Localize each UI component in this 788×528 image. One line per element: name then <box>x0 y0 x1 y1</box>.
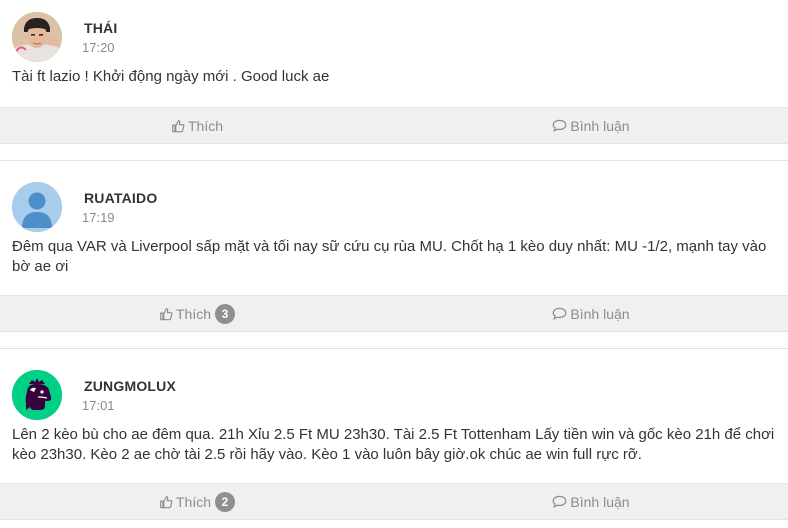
avatar[interactable] <box>12 12 62 62</box>
comment-label: Bình luận <box>570 305 630 322</box>
avatar[interactable] <box>12 182 62 232</box>
comment-button[interactable]: Bình luận <box>394 484 788 519</box>
comment-bubble-icon <box>552 307 567 320</box>
comment-button[interactable]: Bình luận <box>394 296 788 331</box>
post-actions: Thích 2 Bình luận <box>0 483 788 520</box>
post: THÁI 17:20 Tài ft lazio ! Khởi động ngày… <box>0 0 788 160</box>
post-feed: THÁI 17:20 Tài ft lazio ! Khởi động ngày… <box>0 0 788 520</box>
like-button[interactable]: Thích <box>0 108 394 143</box>
thumbs-up-icon <box>172 119 185 132</box>
comment-bubble-icon <box>552 119 567 132</box>
post-separator <box>0 332 788 348</box>
avatar[interactable] <box>12 370 62 420</box>
post-content: Lên 2 kèo bù cho ae đêm qua. 21h Xỉu 2.5… <box>12 426 775 463</box>
post-time: 17:01 <box>82 398 115 413</box>
thumbs-up-icon <box>160 495 173 508</box>
post-header: THÁI 17:20 <box>0 0 788 62</box>
author-name[interactable]: ZUNGMOLUX <box>84 378 176 394</box>
post-meta: RUATAIDO 17:19 <box>82 190 157 225</box>
thumbs-up-icon <box>160 307 173 320</box>
post: RUATAIDO 17:19 Đêm qua VAR và Liverpool … <box>0 160 788 348</box>
premier-league-lion-icon <box>12 370 62 420</box>
author-name[interactable]: THÁI <box>84 20 117 36</box>
post-header: ZUNGMOLUX 17:01 <box>0 349 788 421</box>
like-button[interactable]: Thích 3 <box>0 296 394 331</box>
comment-bubble-icon <box>552 495 567 508</box>
user-photo-icon <box>12 12 62 62</box>
post-time: 17:19 <box>82 210 115 225</box>
post-meta: THÁI 17:20 <box>82 20 117 55</box>
post-meta: ZUNGMOLUX 17:01 <box>82 378 176 413</box>
author-name[interactable]: RUATAIDO <box>84 190 157 206</box>
like-label: Thích <box>187 117 223 134</box>
post-content: Tài ft lazio ! Khởi động ngày mới . Good… <box>12 68 330 85</box>
post: ZUNGMOLUX 17:01 Lên 2 kèo bù cho ae đêm … <box>0 348 788 520</box>
like-button[interactable]: Thích 2 <box>0 484 394 519</box>
like-count-badge: 2 <box>215 491 235 512</box>
comment-button[interactable]: Bình luận <box>394 108 788 143</box>
comment-label: Bình luận <box>570 493 630 510</box>
post-header: RUATAIDO 17:19 <box>0 161 788 233</box>
like-count-badge: 3 <box>215 303 235 324</box>
default-user-icon <box>12 182 62 232</box>
post-content: Đêm qua VAR và Liverpool sấp mặt và tối … <box>12 238 767 275</box>
post-separator <box>0 144 788 160</box>
comment-label: Bình luận <box>570 117 630 134</box>
like-label: Thích <box>175 305 211 322</box>
post-time: 17:20 <box>82 40 115 55</box>
post-actions: Thích 3 Bình luận <box>0 295 788 332</box>
post-actions: Thích Bình luận <box>0 107 788 144</box>
like-label: Thích <box>175 493 211 510</box>
